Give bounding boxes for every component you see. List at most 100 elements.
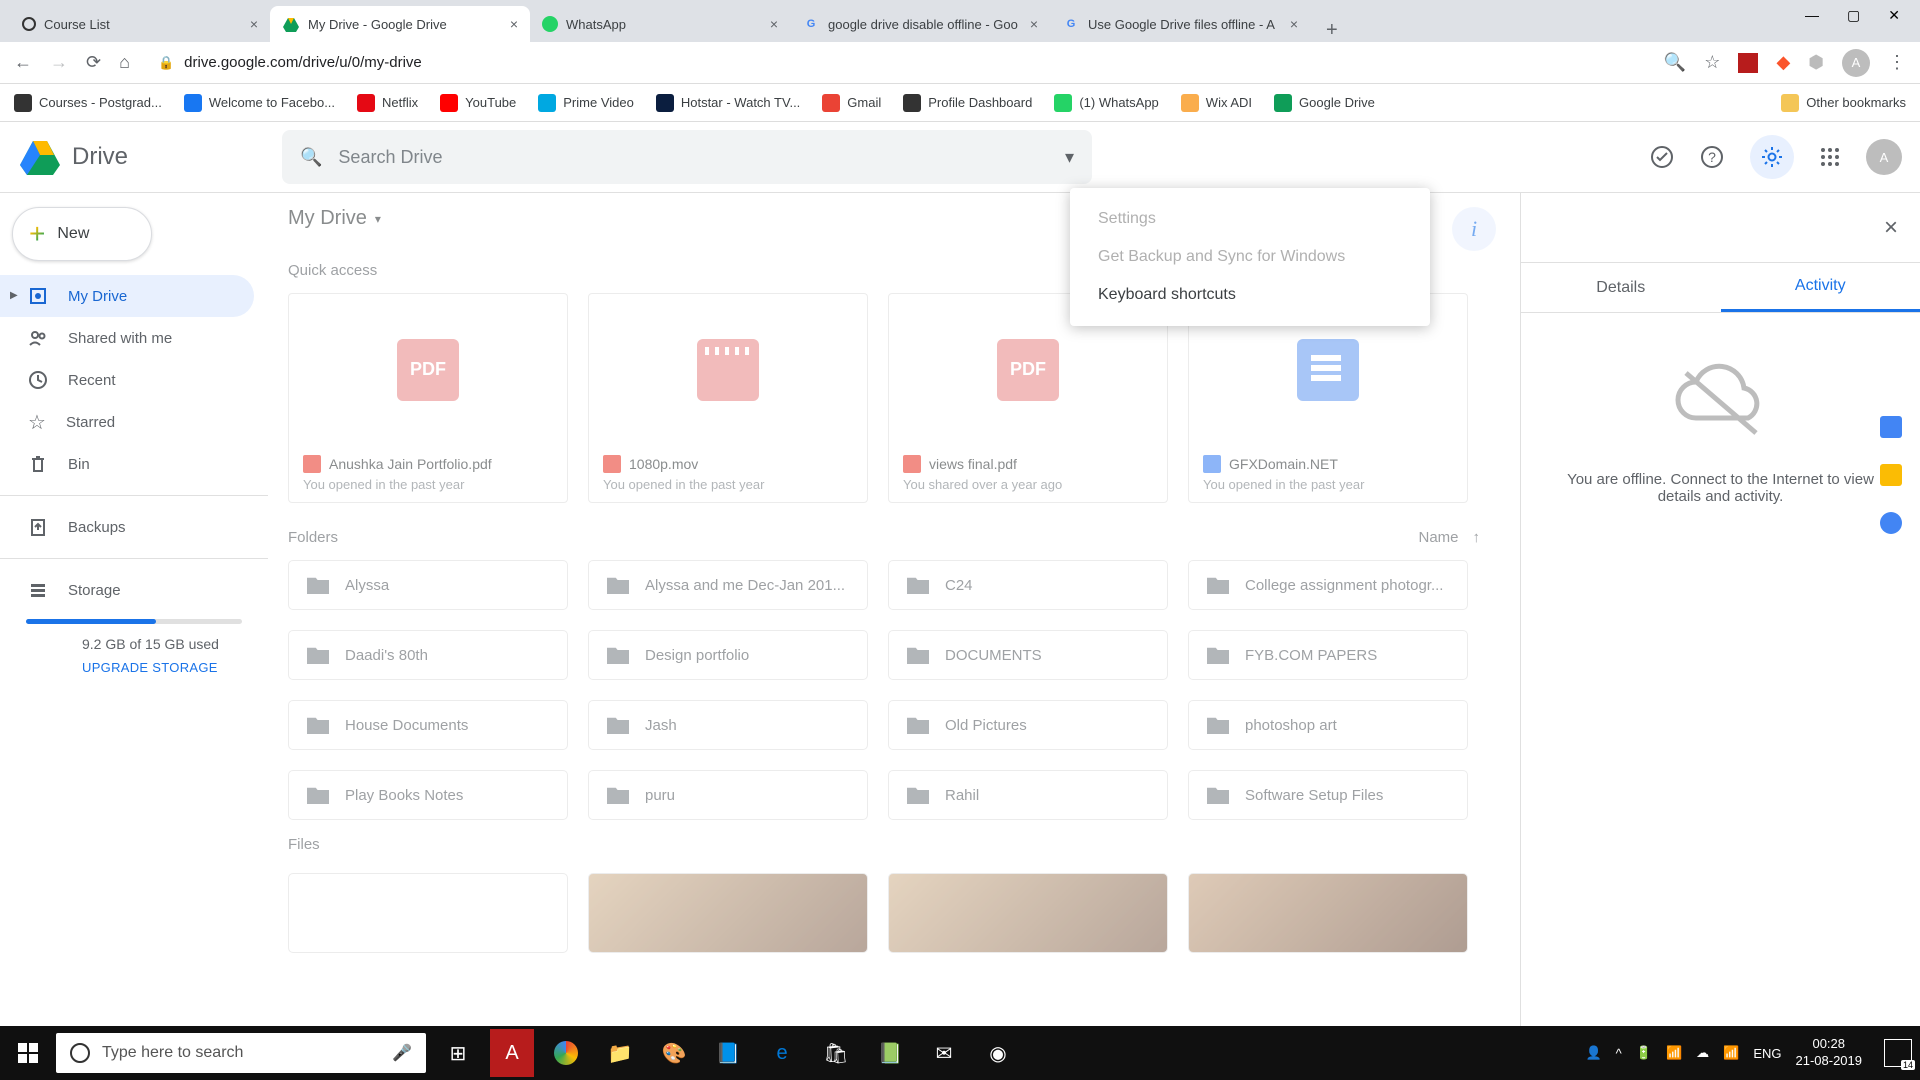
task-view-button[interactable]: ⊞ — [436, 1029, 480, 1077]
bookmark-item[interactable]: (1) WhatsApp — [1054, 94, 1158, 112]
url-input[interactable]: 🔒 drive.google.com/drive/u/0/my-drive — [148, 48, 1646, 78]
folder-card[interactable]: Play Books Notes — [288, 770, 568, 820]
taskbar-app[interactable]: 📘 — [706, 1029, 750, 1077]
system-clock[interactable]: 00:28 21-08-2019 — [1796, 1036, 1863, 1070]
file-card[interactable] — [288, 873, 568, 953]
folder-card[interactable]: C24 — [888, 560, 1168, 610]
calendar-icon[interactable] — [1880, 416, 1902, 438]
bookmark-item[interactable]: Google Drive — [1274, 94, 1375, 112]
sort-control[interactable]: Name ↑ — [1418, 529, 1480, 546]
folder-card[interactable]: Old Pictures — [888, 700, 1168, 750]
folder-card[interactable]: Alyssa — [288, 560, 568, 610]
sidebar-item-my-drive[interactable]: My Drive — [0, 275, 254, 317]
close-icon[interactable]: × — [770, 16, 778, 32]
folder-card[interactable]: Rahil — [888, 770, 1168, 820]
forward-button[interactable]: → — [50, 52, 68, 73]
maximize-button[interactable]: ▢ — [1847, 7, 1860, 24]
language-indicator[interactable]: ENG — [1753, 1046, 1781, 1061]
sidebar-item-recent[interactable]: Recent — [0, 359, 254, 401]
apps-grid-icon[interactable] — [1820, 147, 1840, 167]
other-bookmarks[interactable]: Other bookmarks — [1781, 94, 1906, 112]
close-icon[interactable]: × — [1290, 16, 1298, 32]
bookmark-item[interactable]: Wix ADI — [1181, 94, 1252, 112]
close-icon[interactable]: × — [1030, 16, 1038, 32]
folder-card[interactable]: House Documents — [288, 700, 568, 750]
tab-course-list[interactable]: Course List × — [10, 6, 270, 42]
taskbar-app[interactable]: A — [490, 1029, 534, 1077]
reload-button[interactable]: ⟳ — [86, 52, 101, 73]
people-icon[interactable]: 👤 — [1585, 1045, 1601, 1061]
sidebar-item-storage[interactable]: Storage — [0, 569, 254, 611]
bookmark-item[interactable]: YouTube — [440, 94, 516, 112]
home-button[interactable]: ⌂ — [119, 52, 130, 73]
new-tab-button[interactable]: + — [1310, 19, 1354, 42]
taskbar-app[interactable]: 📗 — [868, 1029, 912, 1077]
close-icon[interactable]: × — [250, 16, 258, 32]
folder-card[interactable]: Jash — [588, 700, 868, 750]
bookmark-item[interactable]: Courses - Postgrad... — [14, 94, 162, 112]
folder-card[interactable]: DOCUMENTS — [888, 630, 1168, 680]
file-card[interactable] — [588, 873, 868, 953]
edge-icon[interactable]: e — [760, 1029, 804, 1077]
bookmark-item[interactable]: Hotstar - Watch TV... — [656, 94, 800, 112]
sidebar-item-shared[interactable]: Shared with me — [0, 317, 254, 359]
mic-icon[interactable]: 🎤 — [392, 1043, 412, 1063]
tab-activity[interactable]: Activity — [1721, 263, 1920, 312]
chevron-right-icon[interactable]: ▶ — [10, 290, 18, 301]
account-avatar[interactable]: A — [1866, 139, 1902, 175]
help-icon[interactable]: ? — [1700, 145, 1724, 169]
file-card[interactable] — [1188, 873, 1468, 953]
windows-search-input[interactable]: Type here to search 🎤 — [56, 1033, 426, 1073]
breadcrumb[interactable]: My Drive ▾ — [288, 207, 381, 230]
tab-whatsapp[interactable]: WhatsApp × — [530, 6, 790, 42]
dropbox-icon[interactable]: ☁ — [1696, 1045, 1709, 1061]
bookmark-item[interactable]: Profile Dashboard — [903, 94, 1032, 112]
tab-my-drive[interactable]: My Drive - Google Drive × — [270, 6, 530, 42]
tab-google-search-1[interactable]: G google drive disable offline - Goo × — [790, 6, 1050, 42]
folder-card[interactable]: Daadi's 80th — [288, 630, 568, 680]
tasks-icon[interactable] — [1880, 512, 1902, 534]
offline-ready-icon[interactable] — [1650, 145, 1674, 169]
sidebar-item-starred[interactable]: ☆ Starred — [0, 401, 254, 443]
chrome-taskbar-icon[interactable] — [544, 1029, 588, 1077]
new-button[interactable]: + New — [12, 207, 152, 261]
taskbar-app[interactable]: 🎨 — [652, 1029, 696, 1077]
chrome-menu-button[interactable]: ⋮ — [1888, 52, 1906, 73]
close-window-button[interactable]: ✕ — [1888, 7, 1900, 24]
info-button[interactable]: i — [1452, 207, 1496, 251]
back-button[interactable]: ← — [14, 52, 32, 73]
extension-icon[interactable] — [1738, 53, 1758, 73]
upgrade-storage-link[interactable]: UPGRADE STORAGE — [82, 660, 268, 675]
bookmark-item[interactable]: Prime Video — [538, 94, 634, 112]
sidebar-item-backups[interactable]: Backups — [0, 506, 254, 548]
search-input[interactable]: 🔍 Search Drive ▾ — [282, 130, 1092, 184]
folder-card[interactable]: Design portfolio — [588, 630, 868, 680]
mail-icon[interactable]: ✉ — [922, 1029, 966, 1077]
file-explorer-icon[interactable]: 📁 — [598, 1029, 642, 1077]
bookmark-item[interactable]: Netflix — [357, 94, 418, 112]
folder-card[interactable]: College assignment photogr... — [1188, 560, 1468, 610]
folder-card[interactable]: puru — [588, 770, 868, 820]
keep-icon[interactable] — [1880, 464, 1902, 486]
start-button[interactable] — [0, 1043, 56, 1063]
minimize-button[interactable]: — — [1805, 7, 1819, 24]
tab-details[interactable]: Details — [1521, 263, 1721, 312]
menu-item-keyboard-shortcuts[interactable]: Keyboard shortcuts — [1070, 276, 1430, 314]
folder-card[interactable]: FYB.COM PAPERS — [1188, 630, 1468, 680]
close-icon[interactable]: × — [510, 16, 518, 32]
extension-icon[interactable]: ⬢ — [1808, 52, 1824, 73]
folder-card[interactable]: photoshop art — [1188, 700, 1468, 750]
extension-brave-icon[interactable]: ◆ — [1776, 52, 1790, 73]
search-icon[interactable]: 🔍 — [1664, 52, 1686, 73]
bookmark-star-icon[interactable]: ☆ — [1704, 52, 1720, 73]
tab-google-search-2[interactable]: G Use Google Drive files offline - A × — [1050, 6, 1310, 42]
action-center-icon[interactable] — [1884, 1039, 1912, 1067]
store-icon[interactable]: 🛍 — [814, 1029, 858, 1077]
close-panel-icon[interactable]: × — [1884, 214, 1898, 242]
drive-logo[interactable]: Drive — [18, 137, 268, 177]
network-icon[interactable]: 📶 — [1666, 1045, 1682, 1061]
folder-card[interactable]: Alyssa and me Dec-Jan 201... — [588, 560, 868, 610]
settings-gear-icon[interactable] — [1750, 135, 1794, 179]
battery-icon[interactable]: 🔋 — [1636, 1045, 1652, 1061]
folder-card[interactable]: Software Setup Files — [1188, 770, 1468, 820]
